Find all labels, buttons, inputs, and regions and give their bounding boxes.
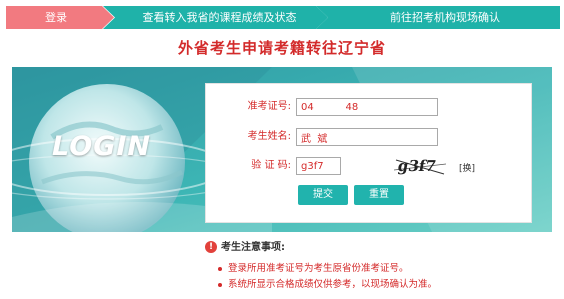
- step-view-scores-label: 查看转入我省的课程成绩及状态: [142, 11, 297, 24]
- login-form: 准考证号: 考生姓名: 验 证 码: g3f7 [换] 提交 重置: [205, 83, 532, 223]
- captcha-row: 验 证 码: g3f7 [换]: [206, 156, 531, 176]
- step-login-label: 登录: [45, 11, 67, 24]
- login-logo-text: LOGIN: [52, 131, 151, 162]
- step-login[interactable]: 登录: [6, 6, 114, 29]
- step-confirm[interactable]: 前往招考机构现场确认: [316, 6, 560, 29]
- step-bar: 登录 查看转入我省的课程成绩及状态 前往招考机构现场确认: [0, 0, 564, 36]
- name-input[interactable]: [296, 128, 438, 146]
- name-label: 考生姓名:: [247, 131, 291, 142]
- page-title: 外省考生申请考籍转往辽宁省: [177, 39, 386, 57]
- exam-id-label: 准考证号:: [247, 101, 291, 112]
- warning-icon: !: [205, 241, 217, 253]
- captcha-image[interactable]: g3f7: [393, 156, 447, 178]
- name-row: 考生姓名:: [206, 127, 531, 147]
- bullet-icon: [218, 283, 222, 287]
- bullet-icon: [218, 267, 222, 271]
- step-view-scores[interactable]: 查看转入我省的课程成绩及状态: [103, 6, 328, 29]
- captcha-input[interactable]: [296, 157, 341, 175]
- notice-title-row: ! 考生注意事项:: [205, 240, 285, 256]
- list-item: 登录所用准考证号为考生原省份准考证号。: [218, 261, 437, 277]
- notice-title: 考生注意事项:: [221, 242, 285, 253]
- step-confirm-label: 前往招考机构现场确认: [390, 11, 500, 24]
- exam-id-input[interactable]: [296, 98, 438, 116]
- captcha-refresh-link[interactable]: [换]: [459, 161, 475, 174]
- captcha-image-text: g3f7: [396, 157, 438, 175]
- list-item: 系统所显示合格成绩仅供参考，以现场确认为准。: [218, 277, 437, 293]
- exam-id-row: 准考证号:: [206, 97, 531, 117]
- submit-button[interactable]: 提交: [298, 185, 348, 205]
- reset-button[interactable]: 重置: [354, 185, 404, 205]
- notice-list: 登录所用准考证号为考生原省份准考证号。 系统所显示合格成绩仅供参考，以现场确认为…: [218, 261, 437, 293]
- captcha-label: 验 证 码:: [251, 160, 291, 171]
